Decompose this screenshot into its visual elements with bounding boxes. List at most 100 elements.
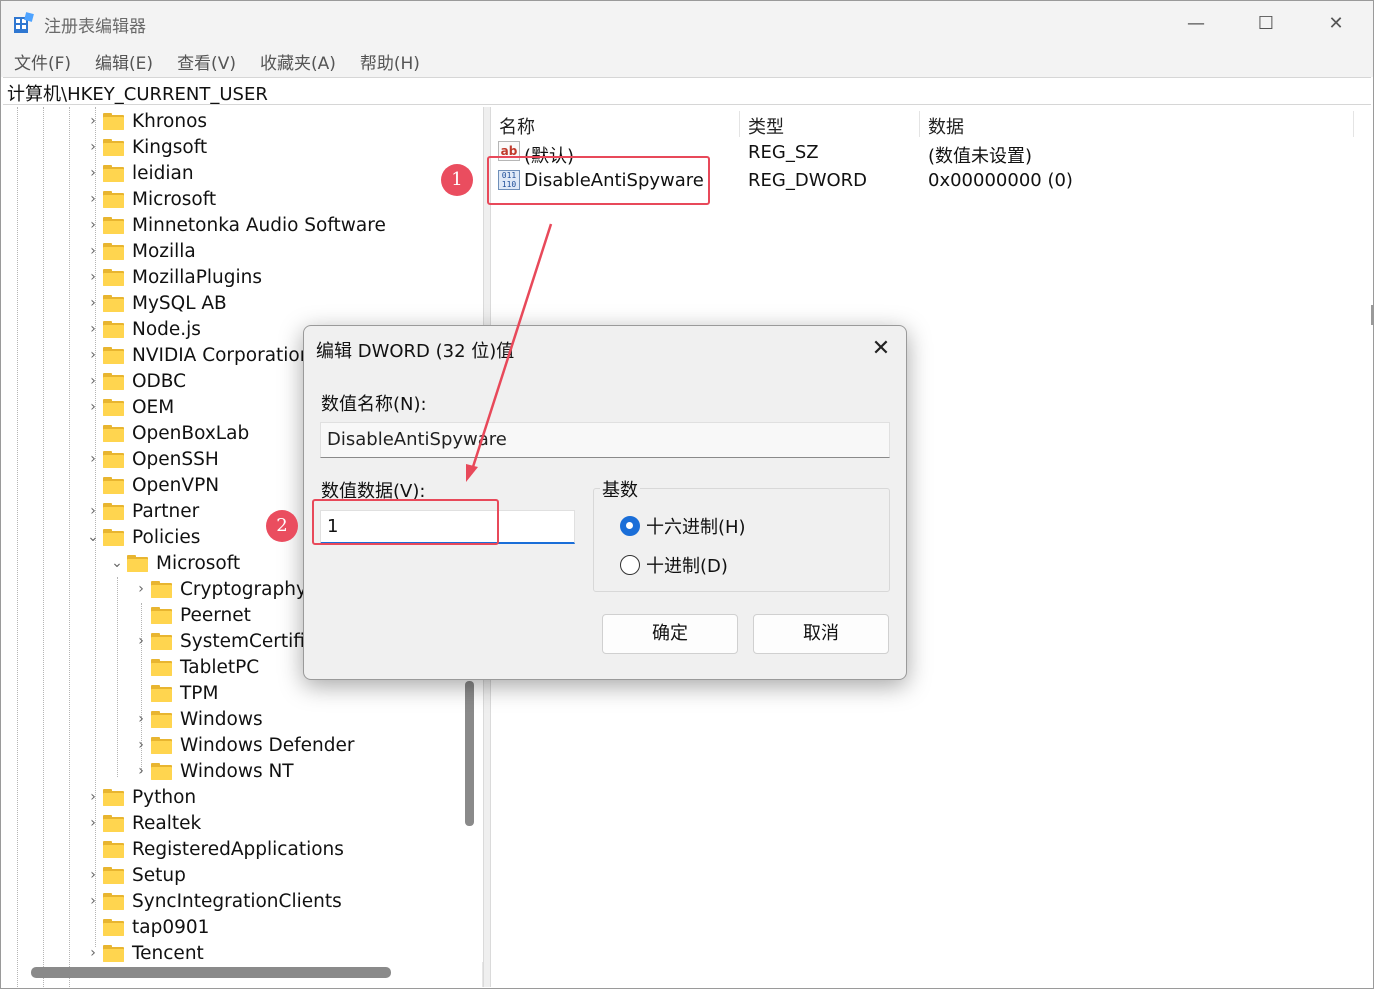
expand-chevron-icon[interactable]: ›	[83, 784, 103, 810]
expand-chevron-icon[interactable]: ›	[83, 810, 103, 836]
column-separator[interactable]	[919, 111, 920, 137]
dialog-close-button[interactable]: ✕	[864, 332, 898, 366]
expand-chevron-icon[interactable]: ›	[83, 888, 103, 914]
column-header-name[interactable]: 名称	[499, 113, 535, 139]
folder-icon	[103, 190, 127, 208]
tree-item[interactable]: ⌄ Microsoft	[107, 550, 240, 576]
expand-chevron-icon[interactable]: ›	[131, 576, 151, 602]
expand-chevron-icon[interactable]: ›	[131, 732, 151, 758]
menu-edit[interactable]: 编辑(E)	[82, 45, 164, 77]
tree-item[interactable]: › Node.js	[83, 316, 201, 342]
folder-icon	[103, 138, 127, 156]
collapse-chevron-icon[interactable]: ⌄	[83, 524, 103, 550]
close-window-button[interactable]: ✕	[1301, 1, 1371, 45]
tree-item[interactable]: › Minnetonka Audio Software	[83, 212, 386, 238]
expand-chevron-icon[interactable]: ›	[83, 212, 103, 238]
tree-item-label: ODBC	[132, 370, 187, 392]
expand-chevron-icon[interactable]: ›	[83, 134, 103, 160]
tree-horizontal-scroll-thumb[interactable]	[31, 967, 391, 978]
tree-item[interactable]: › leidian	[83, 160, 193, 186]
tree-item[interactable]: › SyncIntegrationClients	[83, 888, 342, 914]
tree-item[interactable]: OpenVPN	[83, 472, 219, 498]
expand-chevron-icon[interactable]: ›	[83, 498, 103, 524]
tree-item[interactable]: › Microsoft	[83, 186, 216, 212]
expand-chevron-icon[interactable]: ›	[83, 446, 103, 472]
tree-item[interactable]: › Realtek	[83, 810, 201, 836]
maximize-button[interactable]: ☐	[1231, 1, 1301, 45]
tree-vertical-scroll-thumb[interactable]	[465, 681, 474, 826]
expand-chevron-icon[interactable]: ›	[83, 862, 103, 888]
tree-item[interactable]: Peernet	[131, 602, 251, 628]
ok-button[interactable]: 确定	[602, 614, 738, 654]
expand-chevron-icon[interactable]: ›	[83, 342, 103, 368]
tree-item[interactable]: › Cryptography	[131, 576, 307, 602]
folder-icon	[103, 502, 127, 520]
expand-chevron-icon[interactable]: ›	[83, 108, 103, 134]
tree-item[interactable]: RegisteredApplications	[83, 836, 344, 862]
tree-item[interactable]: › Windows NT	[131, 758, 293, 784]
tree-item[interactable]: TPM	[131, 680, 218, 706]
expand-chevron-icon[interactable]: ›	[83, 940, 103, 966]
expand-chevron-icon[interactable]: ›	[83, 394, 103, 420]
tree-item[interactable]: › MySQL AB	[83, 290, 227, 316]
folder-icon	[103, 372, 127, 390]
tree-item[interactable]: › MozillaPlugins	[83, 264, 262, 290]
tree-item[interactable]: ⌄ Policies	[83, 524, 200, 550]
expand-chevron-icon[interactable]: ›	[83, 368, 103, 394]
expand-chevron-icon[interactable]: ›	[83, 186, 103, 212]
folder-icon	[103, 294, 127, 312]
tree-item[interactable]: › Khronos	[83, 108, 207, 134]
tree-item[interactable]: › Windows	[131, 706, 262, 732]
address-bar[interactable]: 计算机\HKEY_CURRENT_USER	[3, 77, 1371, 105]
tree-item-label: Microsoft	[132, 188, 217, 210]
folder-icon	[103, 918, 127, 936]
expand-chevron-icon[interactable]: ›	[131, 628, 151, 654]
expand-chevron-icon[interactable]: ›	[131, 706, 151, 732]
expand-chevron-icon[interactable]: ›	[83, 264, 103, 290]
tree-item[interactable]: › Setup	[83, 862, 186, 888]
radio-decimal[interactable]: 十进制(D)	[620, 552, 728, 578]
menu-file[interactable]: 文件(F)	[1, 45, 82, 77]
tree-item[interactable]: › Windows Defender	[131, 732, 354, 758]
minimize-button[interactable]: —	[1161, 1, 1231, 45]
tree-item[interactable]: TabletPC	[131, 654, 259, 680]
tree-item[interactable]: › Kingsoft	[83, 134, 207, 160]
folder-icon	[103, 112, 127, 130]
menu-favorites[interactable]: 收藏夹(A)	[247, 45, 347, 77]
expand-chevron-icon[interactable]: ›	[83, 238, 103, 264]
tree-item[interactable]: › Mozilla	[83, 238, 196, 264]
tree-item[interactable]: tap0901	[83, 914, 209, 940]
expand-chevron-icon[interactable]: ›	[131, 758, 151, 784]
tree-item[interactable]: › Partner	[83, 498, 199, 524]
expand-chevron-icon[interactable]: ›	[83, 290, 103, 316]
folder-icon	[103, 528, 127, 546]
expand-chevron-icon[interactable]: ›	[83, 160, 103, 186]
collapse-chevron-icon[interactable]: ⌄	[107, 550, 127, 576]
tree-item-label: Peernet	[180, 604, 251, 626]
tree-item[interactable]: › Python	[83, 784, 196, 810]
tree-item[interactable]: OpenBoxLab	[83, 420, 249, 446]
tree-item-label: SystemCertific	[180, 630, 316, 652]
column-separator[interactable]	[1353, 111, 1354, 137]
folder-icon	[103, 398, 127, 416]
title-bar: 注册表编辑器 — ☐ ✕	[1, 1, 1373, 45]
tree-item[interactable]: › Tencent	[83, 940, 204, 966]
menu-help[interactable]: 帮助(H)	[347, 45, 431, 77]
column-separator[interactable]	[739, 111, 740, 137]
tree-item[interactable]: › ODBC	[83, 368, 186, 394]
column-header-type[interactable]: 类型	[748, 113, 784, 139]
tree-item-label: OpenSSH	[132, 448, 219, 470]
cancel-button[interactable]: 取消	[753, 614, 889, 654]
tree-item[interactable]: › OEM	[83, 394, 174, 420]
expand-chevron-icon[interactable]: ›	[83, 316, 103, 342]
folder-icon	[151, 736, 175, 754]
tree-item[interactable]: › SystemCertific	[131, 628, 315, 654]
column-header-data[interactable]: 数据	[928, 113, 964, 139]
radio-hexadecimal[interactable]: 十六进制(H)	[620, 513, 746, 539]
tree-item[interactable]: › NVIDIA Corporation	[83, 342, 311, 368]
tree-item[interactable]: › OpenSSH	[83, 446, 219, 472]
menu-view[interactable]: 查看(V)	[164, 45, 247, 77]
base-group-title: 基数	[600, 476, 640, 502]
radio-selected-icon	[620, 516, 640, 536]
folder-icon	[103, 242, 127, 260]
